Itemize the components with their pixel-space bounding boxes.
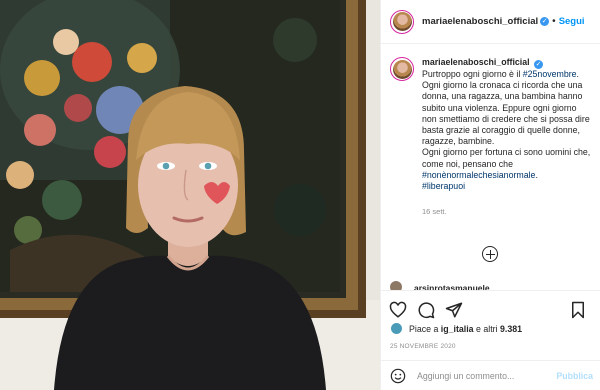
post-photo[interactable] xyxy=(0,0,380,390)
plus-circle-icon[interactable] xyxy=(482,246,498,262)
comment-avatar[interactable] xyxy=(390,281,402,290)
caption-avatar[interactable] xyxy=(390,57,414,81)
follow-button[interactable]: Segui xyxy=(559,16,585,27)
post-date: 25 NOVEMBRE 2020 xyxy=(390,343,456,350)
caption-text: . xyxy=(535,169,538,180)
likes-prefix: Piace a xyxy=(409,323,439,334)
comment-peek: arsinrotasmanuele xyxy=(390,281,590,290)
comment-input[interactable] xyxy=(417,370,537,381)
post-side-panel: mariaelenaboschi_official ✓ • Segui mari… xyxy=(380,0,600,390)
instagram-post: mariaelenaboschi_official ✓ • Segui mari… xyxy=(0,0,600,390)
comment-icon[interactable] xyxy=(417,301,435,319)
hashtag-link[interactable]: #25novembre xyxy=(523,69,577,79)
likes-summary: Piace a ig_italia e altri 9.381 xyxy=(390,322,522,335)
verified-badge-icon: ✓ xyxy=(534,60,544,69)
liker-username[interactable]: ig_italia xyxy=(441,324,474,334)
publish-button[interactable]: Pubblica xyxy=(556,371,593,381)
caption: mariaelenaboschi_official ✓ Purtroppo og… xyxy=(422,57,593,285)
smile-icon[interactable] xyxy=(390,368,406,384)
likes-middle: e altri xyxy=(476,323,498,334)
avatar[interactable] xyxy=(390,9,414,34)
likes-count[interactable]: 9.381 xyxy=(500,324,522,334)
comment-username[interactable]: arsinrotasmanuele xyxy=(414,283,490,290)
liker-avatar[interactable] xyxy=(390,322,403,335)
bookmark-icon[interactable] xyxy=(569,301,587,319)
add-comment-bar: Pubblica xyxy=(381,360,600,390)
heart-icon[interactable] xyxy=(389,301,407,319)
portrait-image xyxy=(0,0,380,390)
caption-text: . Ogni giorno la cronaca ci ricorda che … xyxy=(422,69,590,147)
caption-text: Purtroppo ogni giorno è il xyxy=(422,69,523,79)
hashtag-link[interactable]: #nonènormalechesianormale xyxy=(422,170,535,180)
caption-text: Ogni giorno per fortuna ci sono uomini c… xyxy=(422,147,591,169)
post-header: mariaelenaboschi_official ✓ • Segui xyxy=(381,0,600,44)
separator-dot: • xyxy=(552,16,556,27)
caption-username[interactable]: mariaelenaboschi_official xyxy=(422,57,530,67)
share-icon[interactable] xyxy=(445,301,463,319)
caption-time-ago: 16 sett. xyxy=(422,207,447,217)
username-link[interactable]: mariaelenaboschi_official xyxy=(422,16,538,27)
verified-badge-icon: ✓ xyxy=(540,17,550,26)
hashtag-link[interactable]: #liberapuoi xyxy=(422,181,465,191)
